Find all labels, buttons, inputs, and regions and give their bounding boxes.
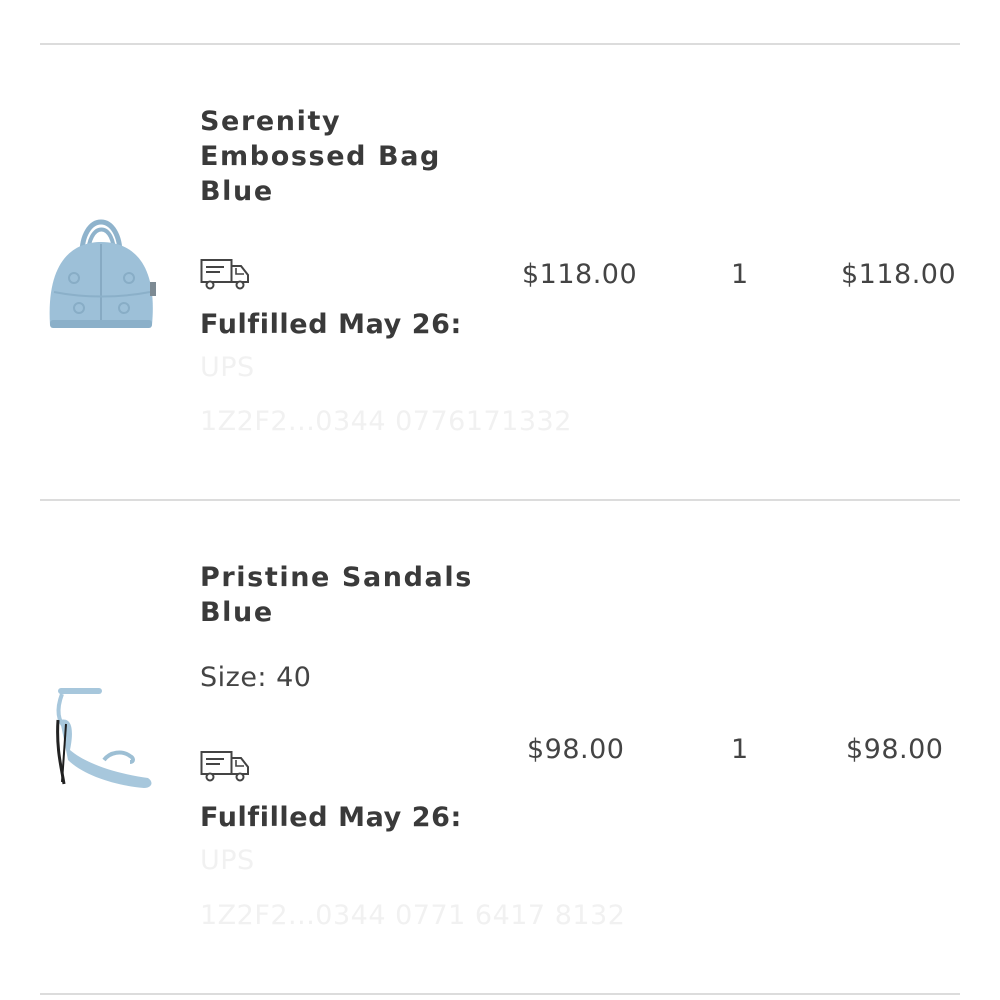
tracking-number-link[interactable]: 1Z2F2...0344 0776171332 [200, 406, 572, 437]
delivery-truck-icon [200, 751, 249, 782]
tracking-number-link[interactable]: 1Z2F2...0344 0771 6417 8132 [200, 900, 625, 931]
quantity: 1 [731, 734, 749, 765]
order-item-pristine-sandals: Pristine Sandals Blue Size: 40 Fulfilled… [0, 500, 1000, 1000]
product-title-line: Serenity [200, 106, 342, 137]
quantity: 1 [731, 259, 749, 290]
line-total: $118.00 [841, 259, 957, 290]
order-item-serenity-bag: Serenity Embossed Bag Blue Fulfilled May… [0, 0, 1000, 500]
bottom-divider [40, 993, 960, 995]
blue-sandal-image[interactable] [48, 680, 158, 795]
carrier-name: UPS [200, 845, 255, 876]
product-title[interactable]: Serenity Embossed Bag Blue [200, 104, 500, 209]
size-label: Size: 40 [200, 662, 312, 693]
unit-price: $98.00 [527, 734, 625, 765]
fulfillment-status: Fulfilled May 26: [200, 309, 462, 340]
product-title[interactable]: Pristine Sandals Blue [200, 560, 500, 630]
product-title-line: Pristine Sandals [200, 562, 473, 593]
unit-price: $118.00 [522, 259, 638, 290]
fulfillment-status: Fulfilled May 26: [200, 802, 462, 833]
product-title-line: Embossed Bag [200, 141, 441, 172]
product-title-line: Blue [200, 597, 274, 628]
product-title-line: Blue [200, 176, 274, 207]
blue-handbag-image[interactable] [44, 200, 159, 335]
delivery-truck-icon [200, 259, 249, 290]
line-total: $98.00 [846, 734, 944, 765]
carrier-name: UPS [200, 352, 255, 383]
